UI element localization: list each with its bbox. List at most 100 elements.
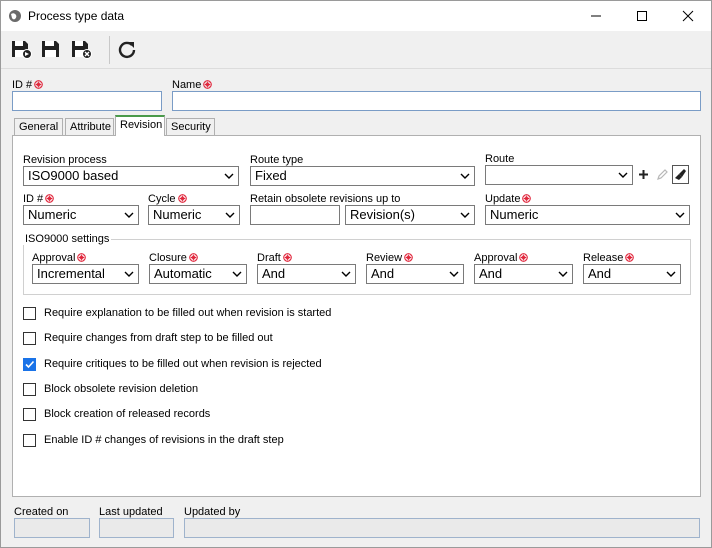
chevron-down-icon [675, 212, 685, 218]
block-obsolete-deletion-checkbox[interactable] [23, 383, 36, 396]
tab-general[interactable]: General [14, 118, 63, 135]
retain-unit-select[interactable]: Revision(s) [345, 205, 475, 225]
chevron-down-icon [558, 271, 568, 277]
draft-select[interactable]: And [257, 264, 356, 284]
closure-value: Automatic [154, 266, 212, 281]
review-value: And [371, 266, 395, 281]
tab-security[interactable]: Security [166, 118, 215, 135]
route-type-select[interactable]: Fixed [250, 166, 475, 186]
save-new-icon [12, 41, 32, 59]
cycle-select[interactable]: Numeric [148, 205, 240, 225]
require-draft-changes-checkbox[interactable] [23, 332, 36, 345]
chevron-down-icon [124, 212, 134, 218]
required-icon [77, 253, 87, 262]
required-icon [177, 194, 187, 203]
chevron-down-icon [224, 173, 234, 179]
id-label: ID # [12, 79, 44, 91]
enable-id-changes-checkbox[interactable] [23, 434, 36, 447]
require-critiques-checkbox[interactable] [23, 358, 36, 371]
revision-id-label: ID # [23, 193, 55, 205]
route-type-value: Fixed [255, 168, 287, 183]
required-icon [625, 253, 635, 262]
minimize-button[interactable] [573, 1, 619, 31]
review-label: Review [366, 252, 413, 264]
require-draft-changes-label: Require changes from draft step to be fi… [44, 332, 273, 344]
save-close-icon [72, 41, 92, 59]
approval-step-select[interactable]: And [474, 264, 573, 284]
name-label: Name [172, 79, 213, 91]
review-select[interactable]: And [366, 264, 464, 284]
chevron-down-icon [449, 271, 459, 277]
required-icon [189, 253, 198, 262]
eraser-icon [675, 169, 686, 180]
require-explanation-checkbox[interactable] [23, 307, 36, 320]
required-icon [45, 194, 55, 203]
clear-route-button[interactable] [672, 165, 689, 184]
tab-attribute[interactable]: Attribute [65, 118, 114, 135]
required-icon [203, 80, 213, 89]
window-title: Process type data [28, 9, 125, 23]
tab-revision[interactable]: Revision [115, 115, 165, 136]
process-type-dialog: Process type data ID # Name General Attr… [0, 0, 712, 548]
chevron-down-icon [460, 212, 470, 218]
edit-route-button[interactable] [654, 165, 671, 184]
chevron-down-icon [618, 172, 628, 178]
add-route-button[interactable] [635, 165, 652, 184]
refresh-icon [118, 41, 136, 59]
retain-unit-value: Revision(s) [350, 207, 416, 222]
refresh-button[interactable] [115, 38, 139, 60]
chevron-down-icon [225, 212, 235, 218]
route-type-label: Route type [250, 154, 304, 166]
last-updated-label: Last updated [99, 506, 163, 518]
block-released-records-checkbox[interactable] [23, 408, 36, 421]
save-and-close-button[interactable] [69, 38, 93, 60]
last-updated-field [99, 518, 174, 538]
minimize-icon [591, 15, 601, 17]
approval-step-value: And [479, 266, 503, 281]
iso9000-settings-title: ISO9000 settings [23, 233, 112, 245]
required-icon [519, 253, 529, 262]
chevron-down-icon [124, 271, 134, 277]
release-label: Release [583, 252, 635, 264]
save-button[interactable] [39, 38, 63, 60]
maximize-button[interactable] [619, 1, 665, 31]
require-critiques-label: Require critiques to be filled out when … [44, 358, 322, 370]
draft-label: Draft [257, 252, 292, 264]
updated-by-label: Updated by [184, 506, 241, 518]
revision-id-select[interactable]: Numeric [23, 205, 139, 225]
closure-select[interactable]: Automatic [149, 264, 247, 284]
update-value: Numeric [490, 207, 539, 222]
updated-by-field [184, 518, 700, 538]
retain-obsolete-input[interactable] [250, 205, 340, 225]
approval-select[interactable]: Incremental [32, 264, 139, 284]
block-released-records-label: Block creation of released records [44, 408, 211, 420]
enable-id-changes-label: Enable ID # changes of revisions in the … [44, 434, 284, 446]
approval-label: Approval [32, 252, 87, 264]
cycle-label: Cycle [148, 193, 187, 205]
update-select[interactable]: Numeric [485, 205, 690, 225]
required-icon [283, 253, 292, 262]
approval-value: Incremental [37, 266, 105, 281]
closure-label: Closure [149, 252, 198, 264]
block-obsolete-deletion-label: Block obsolete revision deletion [44, 383, 199, 395]
chevron-down-icon [341, 271, 351, 277]
revision-process-select[interactable]: ISO9000 based [23, 166, 239, 186]
chevron-down-icon [460, 173, 470, 179]
release-select[interactable]: And [583, 264, 681, 284]
created-on-field [14, 518, 90, 538]
retain-obsolete-label: Retain obsolete revisions up to [250, 193, 401, 205]
draft-value: And [262, 266, 286, 281]
route-select[interactable] [485, 165, 633, 185]
name-input[interactable] [172, 91, 701, 111]
close-button[interactable] [665, 1, 711, 31]
revision-process-label: Revision process [23, 154, 107, 166]
pencil-icon [657, 169, 668, 180]
required-icon [404, 253, 413, 262]
required-icon [34, 80, 44, 89]
id-input[interactable] [12, 91, 162, 111]
save-and-new-button[interactable] [9, 38, 33, 60]
save-icon [42, 41, 59, 57]
require-explanation-label: Require explanation to be filled out whe… [44, 307, 332, 319]
required-icon [522, 194, 532, 203]
close-icon [682, 10, 694, 22]
